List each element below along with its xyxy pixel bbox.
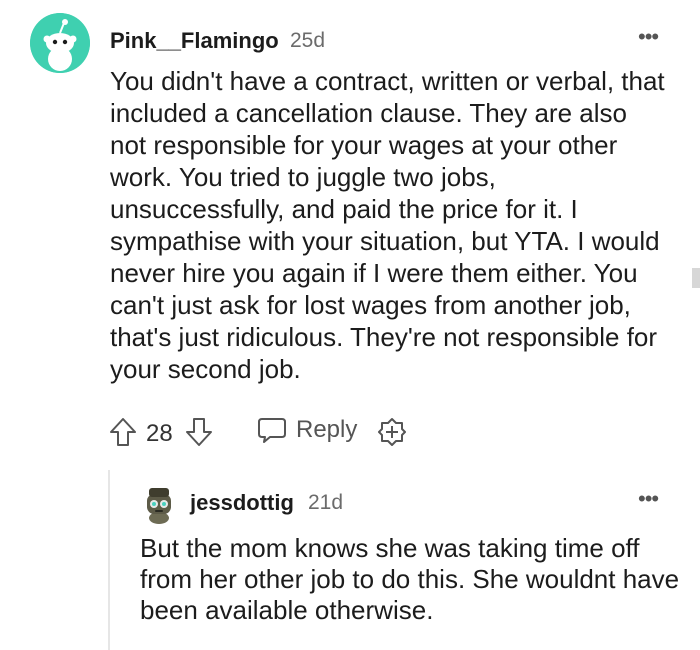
award-icon <box>378 418 406 446</box>
chat-bubble-icon <box>258 418 286 443</box>
comment: Pink__Flamingo 25d ••• You didn't have a… <box>0 0 700 470</box>
downvote-arrow-icon <box>186 418 212 446</box>
username[interactable]: jessdottig <box>190 490 294 516</box>
comment-body: But the mom knows she was taking time of… <box>140 533 680 625</box>
reply-label: Reply <box>296 416 358 443</box>
username[interactable]: Pink__Flamingo <box>110 28 279 54</box>
reply-button[interactable]: Reply <box>256 414 357 446</box>
avatar[interactable] <box>30 13 90 73</box>
timestamp: 25d <box>290 29 326 52</box>
more-options-icon[interactable]: ••• <box>638 486 659 512</box>
downvote-button[interactable] <box>184 416 214 448</box>
snoo-avatar-icon <box>30 13 90 73</box>
comment-body: You didn't have a contract, written or v… <box>110 66 665 384</box>
thread-line[interactable] <box>108 470 110 650</box>
robot-avatar-icon <box>147 488 171 524</box>
avatar[interactable] <box>140 484 178 524</box>
upvote-arrow-icon <box>110 418 136 446</box>
upvote-button[interactable] <box>108 416 138 448</box>
timestamp: 21d <box>308 491 344 514</box>
more-options-icon[interactable]: ••• <box>638 24 659 50</box>
award-button[interactable] <box>376 416 408 448</box>
vote-score: 28 <box>146 420 173 447</box>
